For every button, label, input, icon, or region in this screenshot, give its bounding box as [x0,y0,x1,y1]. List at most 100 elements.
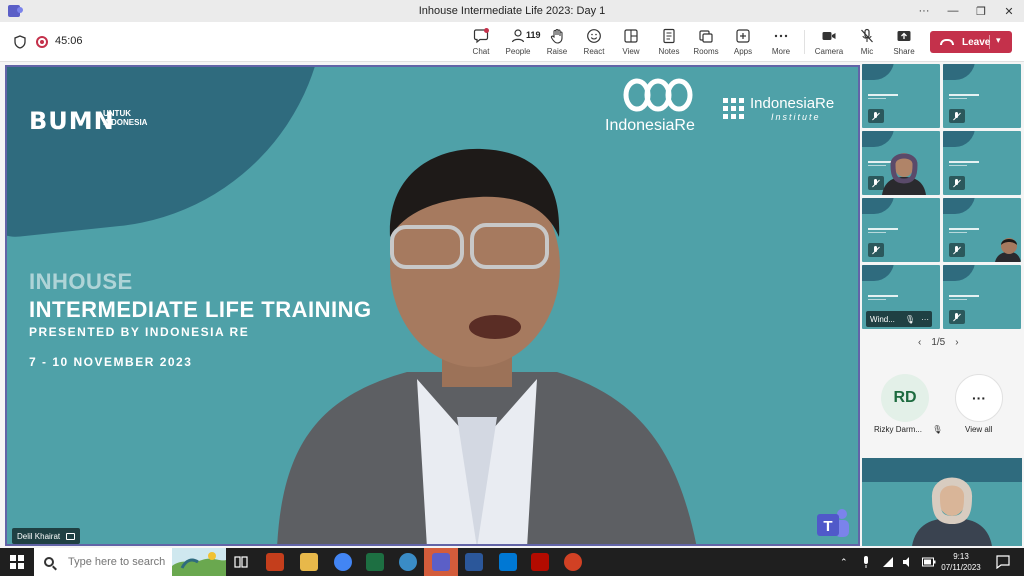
indonesia-re-rings-icon [623,78,693,112]
wifi-icon[interactable] [882,556,894,568]
mic-button[interactable]: Mic [849,25,885,59]
media-player-taskbar-icon[interactable] [564,553,582,571]
more-button[interactable]: More [763,25,799,59]
leave-button[interactable]: Leave ▾ [930,31,1012,53]
speaker-name-tag: Delil Khairat [12,528,81,544]
taskbar-search[interactable] [34,548,226,576]
maximize-button[interactable]: ❐ [966,0,996,22]
title-bar: Inhouse Intermediate Life 2023: Day 1 ··… [0,0,1024,22]
participant-tile[interactable] [862,198,940,262]
excel-taskbar-icon[interactable] [366,553,384,571]
tile-slide-text [868,228,916,236]
shield-icon [14,35,26,49]
more-options-icon[interactable]: ··· [921,315,929,324]
mic-off-icon [949,109,965,123]
meeting-stage: BUMN UNTUK INDONESIA IndonesiaRe Indones… [0,62,1024,548]
notifications-icon[interactable] [996,555,1010,569]
chat-button[interactable]: Chat [463,25,499,59]
tile-slide-text [949,94,997,102]
view-all-button[interactable]: ··· [955,374,1003,422]
speaker-figure [277,148,697,544]
window-title: Inhouse Intermediate Life 2023: Day 1 [418,5,606,17]
camera-button[interactable]: Camera [811,25,847,59]
tile-slide-text [868,94,916,102]
share-icon [897,31,911,41]
tile-decoration [943,64,975,80]
canva-taskbar-icon[interactable] [399,553,417,571]
mic-off-icon [868,109,884,123]
participant-name: Wind... [870,314,895,324]
teams-logo-icon: T [817,509,849,537]
rooms-label: Rooms [693,47,719,56]
apps-button[interactable]: Apps [725,25,761,59]
chevron-down-icon[interactable]: ▾ [996,35,1001,46]
participant-tile[interactable] [943,265,1021,329]
pager-prev-icon[interactable]: ‹ [918,337,921,348]
tile-decoration [862,198,894,214]
participant-tile[interactable] [862,64,940,128]
outlook-taskbar-icon[interactable] [499,553,517,571]
participant-figure [882,153,926,195]
acrobat-taskbar-icon[interactable] [531,553,549,571]
window-more-button[interactable]: ··· [909,0,939,22]
institute-grid-icon [723,98,745,120]
teams-taskbar-icon[interactable] [432,553,450,571]
search-input[interactable] [68,556,168,568]
people-label: People [505,47,531,56]
task-view-icon[interactable] [234,555,248,569]
search-icon [44,557,54,567]
powerpoint-taskbar-icon[interactable] [266,553,284,571]
hand-icon [550,28,563,44]
close-window-button[interactable]: ✕ [994,0,1024,22]
tray-chevron-up-icon[interactable]: ⌃ [840,548,848,576]
bumn-logo-subtext: UNTUK INDONESIA [103,109,148,127]
search-highlight-illustration [172,548,226,576]
participant-tile[interactable] [943,131,1021,195]
mic-off-icon [949,310,965,324]
tile-slide-text [949,161,997,169]
react-button[interactable]: React [576,25,612,59]
battery-icon[interactable] [922,557,936,567]
tile-decoration [943,265,975,281]
tile-decoration [943,198,975,214]
rooms-icon [699,30,713,43]
chrome-taskbar-icon[interactable] [334,553,352,571]
file-explorer-taskbar-icon[interactable] [300,553,318,571]
view-label: View [622,47,640,56]
main-speaker-video[interactable]: BUMN UNTUK INDONESIA IndonesiaRe Indones… [5,65,860,546]
word-taskbar-icon[interactable] [465,553,483,571]
self-video-preview[interactable] [862,458,1022,546]
view-button[interactable]: View [613,25,649,59]
tray-mic-icon[interactable] [862,556,870,568]
pager-next-icon[interactable]: › [955,337,958,348]
institute-subtext: Institute [771,112,821,122]
participant-tile[interactable] [943,64,1021,128]
windows-start-button[interactable] [10,555,24,569]
view-all-label: View all [965,425,993,434]
taskbar-clock[interactable]: 9:13 07/11/2023 [938,551,984,573]
react-label: React [583,47,605,56]
slide-presenter-line: PRESENTED BY INDONESIA RE [29,325,250,339]
view-grid-icon [624,29,638,43]
minimize-button[interactable]: — [938,0,968,22]
tile-decoration [862,64,894,80]
notes-button[interactable]: Notes [651,25,687,59]
raise-hand-button[interactable]: Raise [539,25,575,59]
people-icon [511,29,525,43]
participant-tile[interactable] [943,198,1021,262]
recording-icon [36,36,48,48]
toolbar-divider [804,30,805,54]
mic-off-icon [949,243,965,257]
slide-heading-inhouse: INHOUSE [29,269,133,294]
tile-decoration [862,265,894,281]
avatar[interactable]: RD [881,374,929,422]
participant-tile[interactable] [862,131,940,195]
ellipsis-icon [774,34,788,38]
people-button[interactable]: 119 People [500,25,541,59]
participant-name-tag: Wind... 🎙 ··· [866,311,932,327]
rooms-button[interactable]: Rooms [688,25,724,59]
share-button[interactable]: Share [886,25,922,59]
leave-label: Leave [962,36,991,48]
volume-icon[interactable] [902,556,914,568]
ellipsis-icon: ··· [972,390,986,406]
